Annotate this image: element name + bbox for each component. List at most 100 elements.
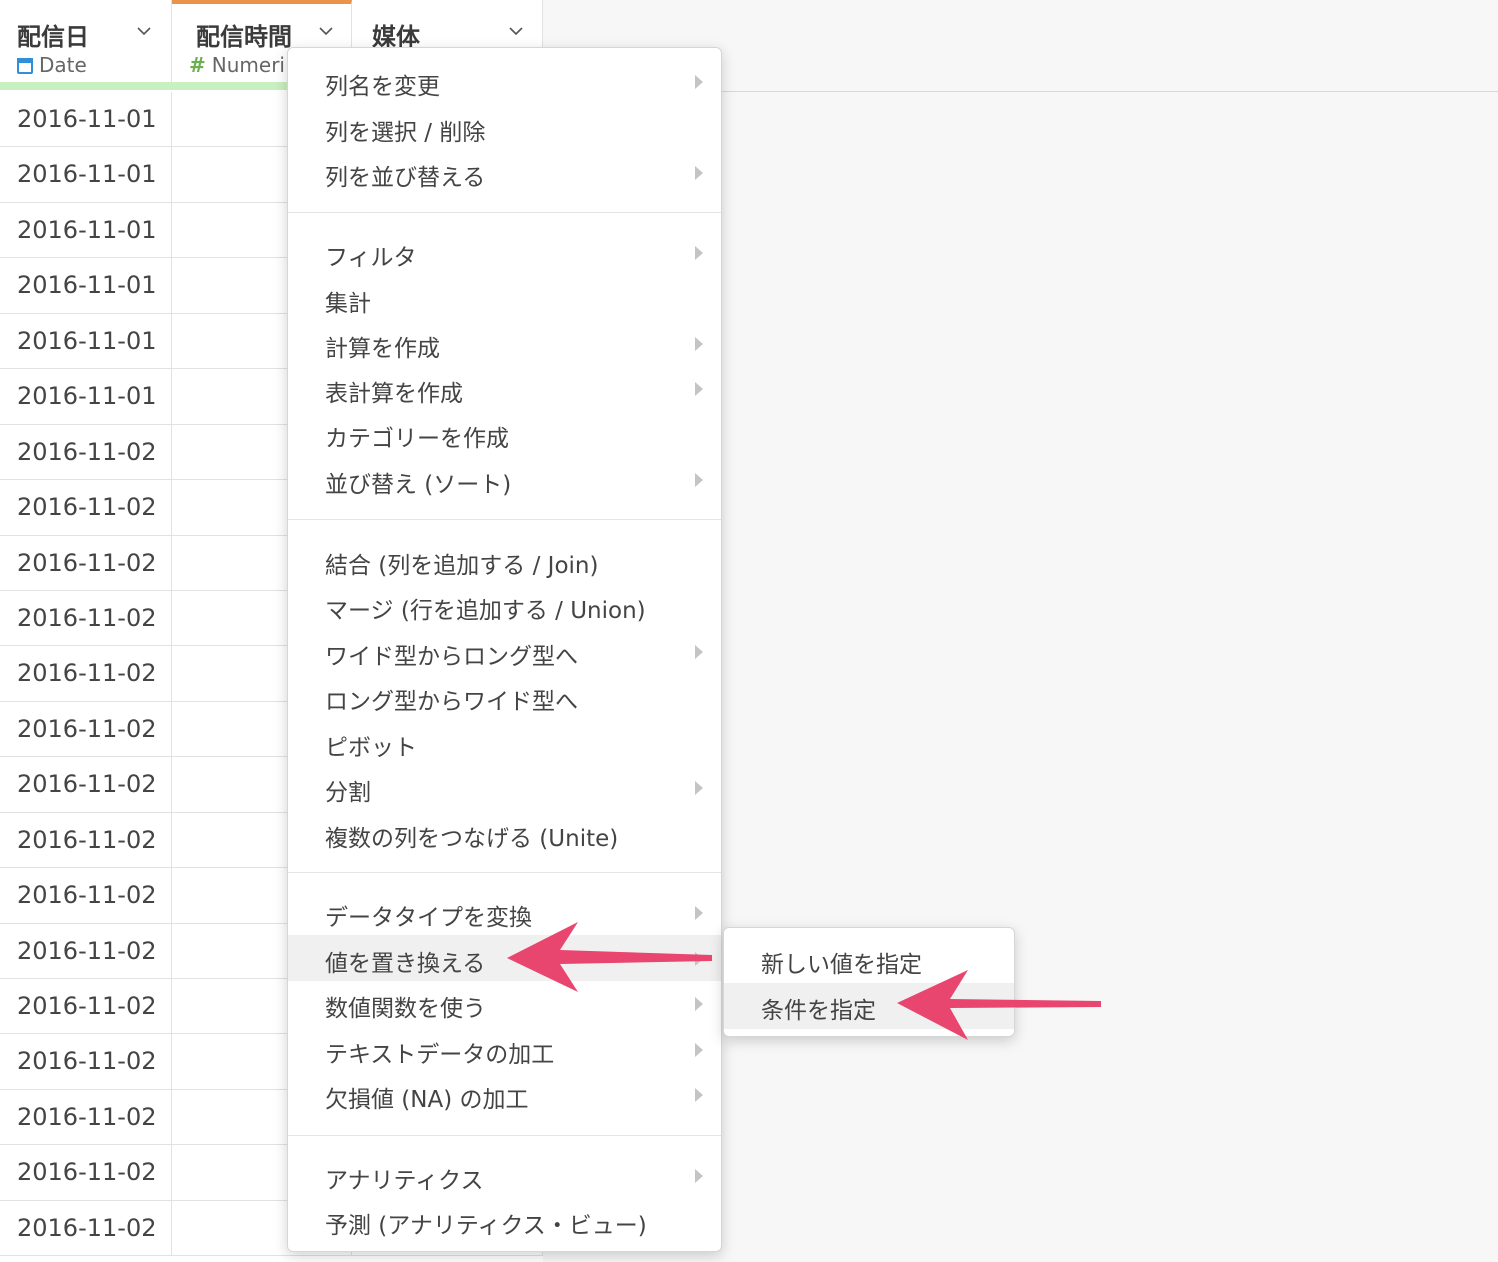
cell-date[interactable]: 2016-11-01 [0,92,172,147]
menu-item[interactable]: 分割 [288,764,721,810]
cell-date[interactable]: 2016-11-02 [0,1145,172,1200]
cell-date[interactable]: 2016-11-01 [0,202,172,258]
menu-item-label: 列を選択 / 削除 [325,120,486,146]
submenu-item[interactable]: 新しい値を指定 [724,937,1014,983]
menu-item[interactable]: 集計 [288,275,721,321]
menu-item[interactable]: 複数の列をつなげる (Unite) [288,810,721,856]
column-name: 配信日 [17,23,89,51]
cell-date[interactable]: 2016-11-02 [0,979,172,1034]
menu-item[interactable]: 値を置き換える [288,935,721,981]
column-type-label: Numeri [211,53,285,77]
submenu-arrow-icon [695,1088,703,1102]
submenu-arrow-icon [695,1169,703,1183]
submenu-arrow-icon [695,246,703,260]
submenu-arrow-icon [695,166,703,180]
data-quality-bar [172,82,287,90]
cell-date[interactable]: 2016-11-02 [0,1089,172,1145]
menu-item-label: 表計算を作成 [325,381,463,407]
cell-date[interactable]: 2016-11-02 [0,646,172,701]
menu-item-label: 数値関数を使う [325,996,486,1022]
menu-item-label: ロング型からワイド型へ [325,689,578,715]
menu-item[interactable]: 欠損値 (NA) の加工 [288,1071,721,1117]
cell-date[interactable]: 2016-11-02 [0,424,172,480]
menu-item-label: 予測 (アナリティクス・ビュー) [325,1213,647,1239]
menu-item-label: フィルタ [325,245,417,271]
menu-item[interactable]: フィルタ [288,229,721,275]
menu-item[interactable]: データタイプを変換 [288,889,721,935]
submenu-arrow-icon [695,906,703,920]
column-type: Date [17,53,87,77]
menu-item-label: カテゴリーを作成 [325,426,509,452]
menu-item-label: 集計 [325,291,371,317]
menu-item-label: 並び替え (ソート) [325,472,512,498]
cell-date[interactable]: 2016-11-01 [0,313,172,369]
menu-item-label: 値を置き換える [325,951,486,977]
submenu-item-label: 新しい値を指定 [761,952,922,978]
menu-item-label: マージ (行を追加する / Union) [325,598,646,624]
column-type-label: Date [39,53,87,77]
menu-item[interactable]: 列を並び替える [288,149,721,195]
submenu-arrow-icon [695,645,703,659]
menu-item[interactable]: アナリティクス [288,1152,721,1198]
cell-date[interactable]: 2016-11-02 [0,535,172,590]
submenu-arrow-icon [695,75,703,89]
menu-item-label: 分割 [325,780,371,806]
cell-date[interactable]: 2016-11-02 [0,812,172,868]
replace-values-submenu: 新しい値を指定 条件を指定 [723,927,1015,1037]
menu-item[interactable]: 列を選択 / 削除 [288,104,721,150]
menu-item[interactable]: マージ (行を追加する / Union) [288,582,721,628]
chevron-down-icon[interactable] [137,24,151,38]
column-header-date[interactable]: 配信日 Date [0,0,172,90]
menu-separator [288,872,721,873]
submenu-arrow-icon [695,952,703,966]
cell-date[interactable]: 2016-11-01 [0,258,172,313]
data-quality-bar [0,82,172,90]
menu-item[interactable]: 計算を作成 [288,320,721,366]
submenu-arrow-icon [695,1043,703,1057]
menu-item[interactable]: ワイド型からロング型へ [288,628,721,674]
menu-item-label: 複数の列をつなげる (Unite) [325,826,619,852]
menu-item[interactable]: 結合 (列を追加する / Join) [288,537,721,583]
cell-date[interactable]: 2016-11-02 [0,923,172,978]
submenu-item-label: 条件を指定 [761,998,876,1024]
menu-item[interactable]: 列名を変更 [288,58,721,104]
menu-item[interactable]: ロング型からワイド型へ [288,673,721,719]
submenu-item[interactable]: 条件を指定 [724,983,1014,1029]
chevron-down-icon[interactable] [319,24,333,38]
cell-date[interactable]: 2016-11-02 [0,701,172,757]
chevron-down-icon[interactable] [509,24,523,38]
menu-item[interactable]: 数値関数を使う [288,980,721,1026]
menu-item-label: 結合 (列を追加する / Join) [325,553,599,579]
hash-icon: # [189,53,206,77]
cell-date[interactable]: 2016-11-02 [0,757,172,812]
cell-date[interactable]: 2016-11-01 [0,147,172,202]
menu-item-label: ワイド型からロング型へ [325,644,578,670]
menu-item-label: 列名を変更 [325,74,440,100]
menu-item-label: 列を並び替える [325,165,486,191]
submenu-arrow-icon [695,337,703,351]
menu-item-label: テキストデータの加工 [325,1042,555,1068]
submenu-arrow-icon [695,997,703,1011]
menu-item-label: データタイプを変換 [325,905,532,931]
cell-date[interactable]: 2016-11-02 [0,1034,172,1089]
cell-date[interactable]: 2016-11-02 [0,868,172,923]
menu-item[interactable]: カテゴリーを作成 [288,410,721,456]
submenu-arrow-icon [695,473,703,487]
menu-item-label: ピボット [325,735,417,761]
menu-separator [288,519,721,520]
cell-date[interactable]: 2016-11-02 [0,480,172,535]
menu-item[interactable]: ピボット [288,719,721,765]
menu-item-label: 欠損値 (NA) の加工 [325,1087,529,1113]
menu-item[interactable]: 表計算を作成 [288,365,721,411]
cell-date[interactable]: 2016-11-02 [0,1200,172,1256]
column-name: 配信時間 [196,23,292,51]
menu-item[interactable]: 並び替え (ソート) [288,456,721,502]
menu-item-label: 計算を作成 [325,336,440,362]
menu-separator [288,1135,721,1136]
cell-date[interactable]: 2016-11-01 [0,369,172,424]
cell-date[interactable]: 2016-11-02 [0,590,172,646]
menu-item[interactable]: テキストデータの加工 [288,1026,721,1072]
submenu-arrow-icon [695,382,703,396]
menu-item[interactable]: 予測 (アナリティクス・ビュー) [288,1197,721,1243]
menu-separator [288,212,721,213]
